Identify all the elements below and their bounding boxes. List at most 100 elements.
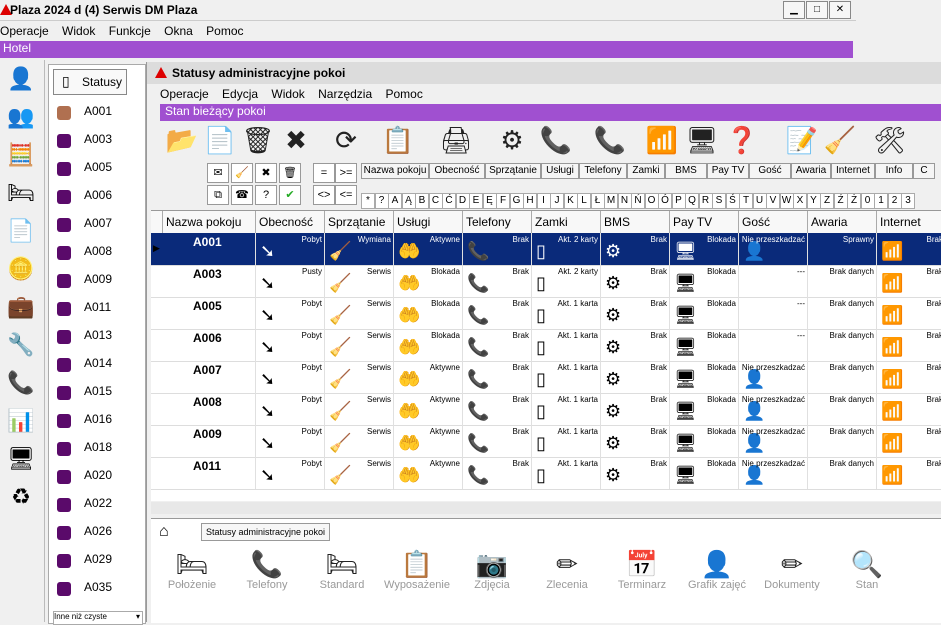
alphabet-letter[interactable]: R bbox=[698, 193, 713, 209]
op-eq[interactable]: = bbox=[313, 163, 335, 183]
filter-tab[interactable]: BMS bbox=[665, 163, 707, 179]
alphabet-letter[interactable]: 1 bbox=[874, 193, 888, 209]
filter-select[interactable]: Inne niż czyste ▾ bbox=[53, 611, 143, 625]
alphabet-letter[interactable]: J bbox=[550, 193, 564, 209]
room-list-item[interactable]: A015 bbox=[53, 379, 145, 407]
room-list-item[interactable]: A003 bbox=[53, 127, 145, 155]
alphabet-letter[interactable]: G bbox=[509, 193, 524, 209]
minimize-button[interactable]: ▁ bbox=[783, 1, 805, 19]
envelope-icon[interactable]: ✉ bbox=[207, 163, 229, 183]
config-icon[interactable]: 🖥 bbox=[683, 120, 721, 160]
close-button[interactable]: ✕ bbox=[829, 1, 851, 19]
filter-tab[interactable]: Nazwa pokoju bbox=[361, 163, 429, 179]
inner-menu-edycja[interactable]: Edycja bbox=[222, 87, 258, 101]
phone-icon[interactable]: 📞 bbox=[6, 370, 36, 396]
alphabet-letter[interactable]: E bbox=[469, 193, 483, 209]
alphabet-letter[interactable]: 0 bbox=[860, 193, 875, 209]
room-list-item[interactable]: A018 bbox=[53, 435, 145, 463]
alphabet-letter[interactable]: Ą bbox=[401, 193, 416, 209]
room-list-item[interactable]: A029 bbox=[53, 547, 145, 575]
menu-widok[interactable]: Widok bbox=[62, 24, 95, 38]
delete-icon[interactable]: 🗑 bbox=[239, 120, 277, 160]
filter-tab[interactable]: C bbox=[913, 163, 935, 179]
help-bed-icon[interactable]: ❓ bbox=[723, 120, 761, 160]
menu-funkcje[interactable]: Funkcje bbox=[109, 24, 151, 38]
room-list-item[interactable]: A009 bbox=[53, 267, 145, 295]
edit-note-icon[interactable]: 📝 bbox=[783, 120, 821, 160]
bottom-tab[interactable]: Statusy administracyjne pokoi bbox=[201, 523, 331, 541]
alphabet-letter[interactable]: L bbox=[577, 193, 591, 209]
alphabet-letter[interactable]: I bbox=[536, 193, 551, 209]
filter-tab[interactable]: Zamki bbox=[627, 163, 665, 179]
menu-pomoc[interactable]: Pomoc bbox=[206, 24, 243, 38]
maximize-button[interactable]: □ bbox=[806, 1, 828, 19]
alphabet-letter[interactable]: Ó bbox=[658, 193, 672, 209]
alphabet-letter[interactable]: 3 bbox=[901, 193, 915, 209]
copy-icon[interactable]: ⧉ bbox=[207, 185, 229, 205]
room-list-item[interactable]: A006 bbox=[53, 183, 145, 211]
guest-search-icon[interactable]: 👤 bbox=[6, 66, 36, 92]
column-header[interactable]: Sprzątanie bbox=[325, 211, 394, 233]
filter-tab[interactable]: Telefony bbox=[579, 163, 627, 179]
checkout-icon[interactable]: 🛏 bbox=[6, 180, 36, 206]
broom-small-icon[interactable]: 🧹 bbox=[231, 163, 253, 183]
alphabet-letter[interactable]: U bbox=[752, 193, 767, 209]
table-row[interactable]: ▶ A001 ➘ Pobyt 🧹 Wymiana 🤲 Aktywne 📞 Brak ▯ Akt. 2 … bbox=[151, 233, 941, 266]
inner-menu-pomoc[interactable]: Pomoc bbox=[385, 87, 422, 101]
export-icon[interactable]: 📋 bbox=[379, 120, 417, 160]
table-row[interactable]: A008 ➘ Pobyt 🧹 Serwis 🤲 Aktywne 📞 Brak ▯ Akt. 1 ka… bbox=[151, 393, 941, 426]
menu-okna[interactable]: Okna bbox=[164, 24, 193, 38]
column-header[interactable]: Internet bbox=[877, 211, 941, 233]
room-list-item[interactable]: A013 bbox=[53, 323, 145, 351]
display-icon[interactable]: 🖥 bbox=[6, 446, 36, 472]
alphabet-letter[interactable]: W bbox=[779, 193, 794, 209]
service-icon[interactable]: 🔧 bbox=[6, 332, 36, 358]
room-list-item[interactable]: A035 bbox=[53, 575, 145, 603]
alphabet-letter[interactable]: A bbox=[388, 193, 402, 209]
alphabet-letter[interactable]: Ś bbox=[725, 193, 740, 209]
filter-tab[interactable]: Awaria bbox=[791, 163, 831, 179]
alphabet-letter[interactable]: X bbox=[793, 193, 807, 209]
filter-tab[interactable]: Sprzątanie bbox=[485, 163, 541, 179]
room-list-item[interactable]: A001 bbox=[53, 99, 145, 127]
filter-tab[interactable]: Pay TV bbox=[707, 163, 749, 179]
inner-menu-narzedzia[interactable]: Narzędzia bbox=[318, 87, 372, 101]
bottom-tool-button[interactable]: 🔍 Stan bbox=[832, 549, 902, 591]
room-list-item[interactable]: A014 bbox=[53, 351, 145, 379]
phone-small-icon[interactable]: ☎ bbox=[231, 185, 253, 205]
column-header[interactable]: BMS bbox=[601, 211, 670, 233]
alphabet-letter[interactable]: Ż bbox=[847, 193, 861, 209]
bottom-tool-button[interactable]: 📅 Terminarz bbox=[607, 549, 677, 591]
alphabet-letter[interactable]: Ę bbox=[482, 193, 497, 209]
inner-menu-widok[interactable]: Widok bbox=[271, 87, 304, 101]
room-list-item[interactable]: A020 bbox=[53, 463, 145, 491]
bottom-tool-button[interactable]: ✏ Dokumenty bbox=[757, 549, 827, 591]
alphabet-letter[interactable]: Ń bbox=[631, 193, 645, 209]
reception-icon[interactable]: 🧮 bbox=[6, 142, 36, 168]
alphabet-letter[interactable]: T bbox=[739, 193, 753, 209]
filter-tab[interactable]: Usługi bbox=[541, 163, 579, 179]
op-gte[interactable]: >= bbox=[335, 163, 357, 183]
alphabet-letter[interactable]: Ź bbox=[833, 193, 848, 209]
room-list-item[interactable]: A005 bbox=[53, 155, 145, 183]
question-icon[interactable]: ? bbox=[255, 185, 277, 205]
guest-edit-icon[interactable]: 👥 bbox=[6, 104, 36, 130]
trash-small-icon[interactable]: 🗑 bbox=[279, 163, 301, 183]
alphabet-letter[interactable]: P bbox=[671, 193, 686, 209]
tab-statusy[interactable]: ▯ Statusy bbox=[53, 69, 127, 95]
table-row[interactable]: A011 ➘ Pobyt 🧹 Serwis 🤲 Aktywne 📞 Brak ▯ Akt. 1 ka… bbox=[151, 457, 941, 490]
alphabet-letter[interactable]: N bbox=[617, 193, 632, 209]
bottom-tool-button[interactable]: 📷 Zdjęcia bbox=[457, 549, 527, 591]
column-header[interactable]: Pay TV bbox=[670, 211, 739, 233]
staff-icon[interactable]: 💼 bbox=[6, 294, 36, 320]
menu-operacje[interactable]: Operacje bbox=[0, 24, 49, 38]
bottom-tool-button[interactable]: 🛏 Położenie bbox=[157, 549, 227, 591]
room-list-item[interactable]: A008 bbox=[53, 239, 145, 267]
checkmark-icon[interactable]: ✔ bbox=[279, 185, 301, 205]
column-header[interactable]: Zamki bbox=[532, 211, 601, 233]
column-header[interactable]: Awaria bbox=[808, 211, 877, 233]
new-document-icon[interactable]: 📄 bbox=[201, 120, 239, 160]
alphabet-letter[interactable]: C bbox=[428, 193, 443, 209]
room-list-item[interactable]: A026 bbox=[53, 519, 145, 547]
wifi-icon[interactable]: 📶 bbox=[643, 120, 681, 160]
